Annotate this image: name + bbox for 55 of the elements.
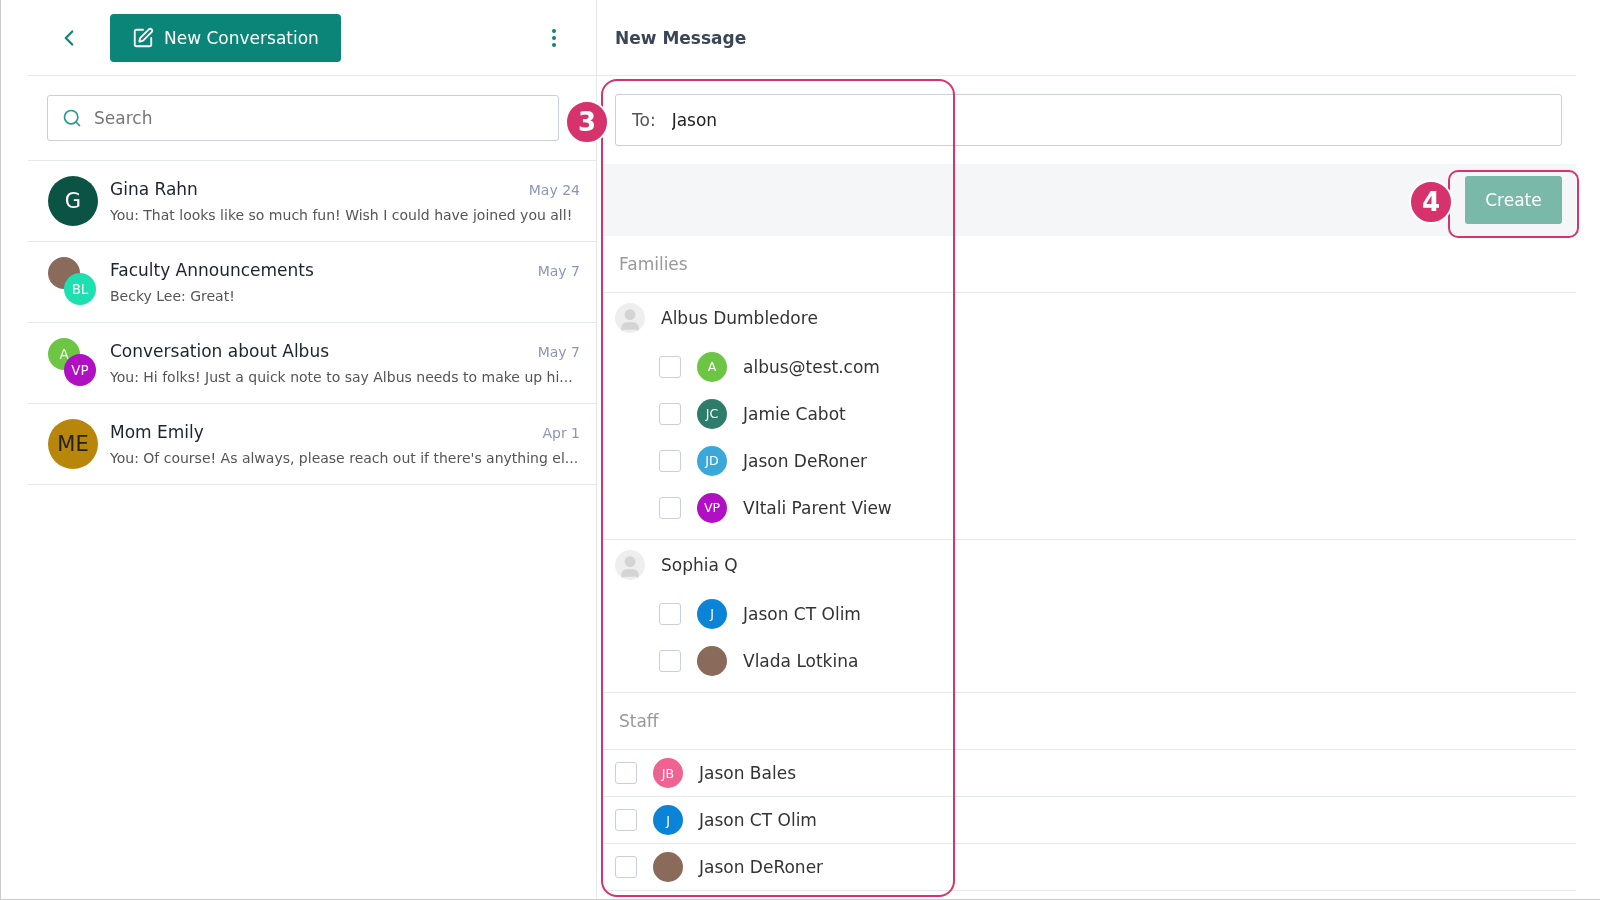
message-preview: You: Hi folks! Just a quick note to say Albus needs to make up hi... [110,369,574,385]
avatar-initials: JD [697,445,727,476]
message-preview: You: Of course! As always, please reach out if there's anything el... [110,450,580,466]
photo-placeholder [653,852,683,882]
avatar-initials: ME [48,419,98,469]
conversation-date: May 7 [537,344,580,360]
section-label: Staff [619,711,659,731]
message-preview: You: That looks like so much fun! Wish I could have joined you all! [110,207,574,223]
avatar-initials: JC [697,398,727,429]
avatar-initials: JB [653,758,683,788]
step-badge: 3 [565,100,609,144]
contact-name: Jamie Cabot [743,403,846,424]
panel-title: New Message [615,27,747,48]
conversation-title: Mom Emily [110,422,204,442]
to-label: To: [632,110,656,130]
photo-placeholder [697,645,727,676]
conversation-title: Faculty Announcements [110,260,314,280]
conversation-date: May 24 [528,182,580,198]
conversation-date: Apr 1 [542,425,580,441]
avatar-initials: J [697,598,727,629]
contact-name: albus@test.com [743,356,880,377]
avatar-initials: A [697,351,727,382]
checkbox[interactable] [659,355,681,378]
search-icon [62,108,82,128]
contact-name: Jason CT Olim [743,603,861,624]
conversation-title: Gina Rahn [110,179,198,199]
checkbox[interactable] [615,856,637,878]
contact-name: Jason DeRoner [743,450,868,471]
section-label: Families [619,254,688,274]
contact-name: Jason Bales [699,763,796,783]
conversation-title: Conversation about Albus [110,341,330,361]
search-bar[interactable]: Search [47,95,559,141]
checkbox[interactable] [659,402,681,425]
new-conversation-button[interactable]: New Conversation [110,13,341,62]
contact-name: Jason DeRoner [699,857,824,877]
avatar-initials: G [48,176,98,226]
family-name: Sophia Q [661,555,738,575]
message-preview: Becky Lee: Great! [110,288,236,304]
avatar-initials: VP [697,492,727,523]
checkbox[interactable] [615,809,637,831]
contact-name: Jason CT Olim [699,810,817,830]
conversation-date: May 7 [537,263,580,279]
checkbox[interactable] [615,762,637,784]
family-name: Albus Dumbledore [661,308,818,328]
checkbox[interactable] [659,449,681,472]
checkbox[interactable] [659,602,681,625]
user-icon [615,550,645,580]
avatar-initials: BL [64,273,96,305]
contact-name: VItali Parent View [743,497,892,518]
checkbox[interactable] [659,496,681,519]
contact-name: Vlada Lotkina [743,650,859,671]
checkbox[interactable] [659,649,681,672]
avatar-initials: J [653,805,683,835]
edit-icon [132,26,154,49]
user-icon [615,303,645,333]
